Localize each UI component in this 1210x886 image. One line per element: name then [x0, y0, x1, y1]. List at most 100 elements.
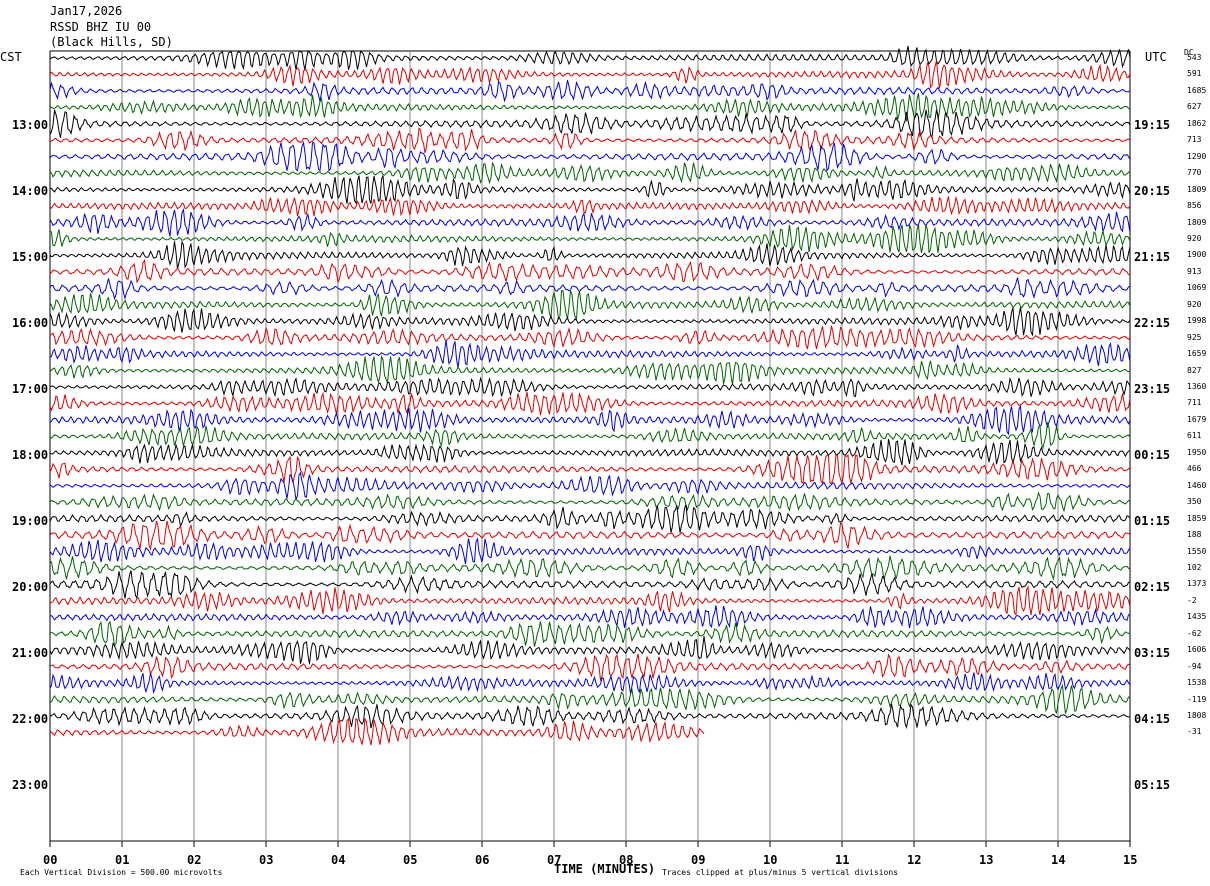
trace-dc-value: 1809 — [1187, 217, 1207, 227]
trace-dc-value: -94 — [1187, 661, 1202, 671]
trace-dc-value: 188 — [1187, 530, 1202, 540]
trace-dc-value: 1808 — [1187, 711, 1207, 720]
seismic-trace-23 — [49, 404, 1131, 436]
cst-hour-label: 23:00 — [12, 778, 49, 792]
helicorder-plot — [49, 45, 1131, 847]
trace-dc-value: 1659 — [1187, 349, 1207, 359]
trace-dc-value: 1550 — [1187, 546, 1207, 556]
trace-dc-value: -62 — [1187, 628, 1202, 638]
trace-dc-value: 1900 — [1187, 250, 1207, 260]
x-tick-label: 15 — [1123, 853, 1138, 867]
cst-hour-label: 16:00 — [12, 316, 49, 330]
trace-dc-value: 1538 — [1187, 678, 1207, 688]
trace-dc-value: -31 — [1187, 727, 1202, 737]
seismic-trace-22 — [49, 391, 1131, 416]
seismic-trace-29 — [49, 504, 1131, 533]
trace-dc-value: 102 — [1187, 562, 1202, 572]
cst-hour-label: 17:00 — [12, 382, 49, 396]
seismic-trace-42 — [49, 717, 705, 747]
x-tick-label: 00 — [43, 853, 58, 867]
trace-dc-value: 920 — [1187, 299, 1202, 309]
x-tick-label: 11 — [835, 853, 850, 867]
trace-dc-value: 913 — [1187, 266, 1202, 276]
cst-hour-label: 22:00 — [12, 712, 49, 726]
seismic-trace-16 — [49, 290, 1131, 321]
seismic-trace-39 — [49, 672, 1131, 695]
x-axis-title: TIME (MINUTES) — [554, 862, 656, 876]
trace-dc-value: 1606 — [1187, 645, 1207, 655]
seismic-trace-17 — [49, 307, 1131, 337]
seismic-trace-19 — [49, 340, 1131, 369]
seismic-trace-25 — [49, 438, 1131, 466]
cst-hour-label: 19:00 — [12, 514, 49, 528]
trace-dc-value: 1679 — [1187, 414, 1207, 424]
seismic-trace-27 — [49, 471, 1131, 500]
utc-hour-label: 00:15 — [1134, 448, 1171, 462]
seismic-trace-41 — [49, 703, 1131, 730]
seismic-trace-37 — [49, 636, 1131, 665]
seismic-trace-3 — [49, 79, 1131, 103]
cst-hour-label: 20:00 — [12, 580, 49, 594]
division-note: Each Vertical Division = 500.00 microvol… — [20, 868, 223, 877]
seismic-trace-30 — [49, 520, 1131, 551]
trace-dc-value: 1373 — [1187, 579, 1207, 589]
seismic-trace-21 — [49, 376, 1131, 398]
trace-dc-value: 1685 — [1187, 85, 1207, 95]
trace-dc-value: 713 — [1187, 135, 1202, 145]
trace-dc-value: 1360 — [1187, 382, 1207, 391]
trace-dc-value: 920 — [1187, 233, 1202, 243]
trace-dc-value: 611 — [1187, 431, 1202, 441]
seismic-trace-31 — [49, 537, 1131, 565]
seismic-trace-28 — [49, 491, 1131, 513]
trace-dc-value: 770 — [1187, 168, 1202, 178]
utc-hour-label: 03:15 — [1134, 646, 1171, 660]
utc-hour-label: 21:15 — [1134, 250, 1171, 264]
x-tick-label: 01 — [115, 853, 130, 867]
utc-hour-label: 01:15 — [1134, 514, 1171, 528]
utc-hour-label: 22:15 — [1134, 316, 1171, 330]
seismic-trace-18 — [49, 325, 1131, 350]
utc-hour-label: 05:15 — [1134, 778, 1171, 792]
trace-dc-value: 627 — [1187, 102, 1202, 112]
x-tick-label: 12 — [907, 853, 922, 867]
x-tick-label: 13 — [979, 853, 994, 867]
clip-note: Traces clipped at plus/minus 5 vertical … — [662, 868, 899, 877]
x-tick-label: 09 — [691, 853, 706, 867]
seismic-trace-5 — [49, 109, 1131, 140]
seismic-trace-24 — [49, 422, 1131, 450]
trace-dc-value: 1290 — [1187, 151, 1207, 161]
trace-dc-value: 1862 — [1187, 118, 1207, 128]
seismic-trace-10 — [49, 195, 1131, 217]
seismic-trace-33 — [49, 570, 1131, 600]
utc-hour-label: 02:15 — [1134, 580, 1171, 594]
seismic-trace-8 — [49, 161, 1131, 185]
seismic-trace-14 — [49, 258, 1131, 284]
seismic-trace-9 — [50, 175, 1131, 205]
trace-dc-value: 1435 — [1187, 612, 1207, 622]
trace-dc-value: 591 — [1187, 69, 1202, 79]
seismic-trace-20 — [49, 354, 1131, 385]
trace-dc-value: 711 — [1187, 398, 1202, 408]
seismic-trace-26 — [49, 454, 1131, 486]
cst-hour-label: 14:00 — [12, 184, 49, 198]
seismic-trace-15 — [49, 277, 1131, 301]
utc-hour-label: 19:15 — [1134, 118, 1171, 132]
seismic-trace-36 — [49, 620, 1131, 648]
seismic-trace-35 — [49, 605, 1131, 629]
seismic-trace-34 — [49, 585, 1131, 616]
cst-hour-label: 18:00 — [12, 448, 49, 462]
cst-hour-label: 21:00 — [12, 646, 49, 660]
x-tick-label: 06 — [475, 853, 490, 867]
cst-hour-label: 13:00 — [12, 118, 49, 132]
x-tick-label: 14 — [1051, 853, 1066, 867]
trace-dc-value: 1998 — [1187, 316, 1207, 326]
seismic-trace-38 — [49, 653, 1131, 682]
utc-hour-label: 20:15 — [1134, 184, 1171, 198]
x-tick-label: 04 — [331, 853, 346, 867]
utc-hour-label: 04:15 — [1134, 712, 1171, 726]
seismic-trace-6 — [49, 127, 1131, 154]
seismic-trace-12 — [49, 224, 1131, 253]
seismic-trace-2 — [49, 60, 1131, 89]
trace-dc-value: 1859 — [1187, 513, 1207, 523]
x-tick-label: 05 — [403, 853, 418, 867]
